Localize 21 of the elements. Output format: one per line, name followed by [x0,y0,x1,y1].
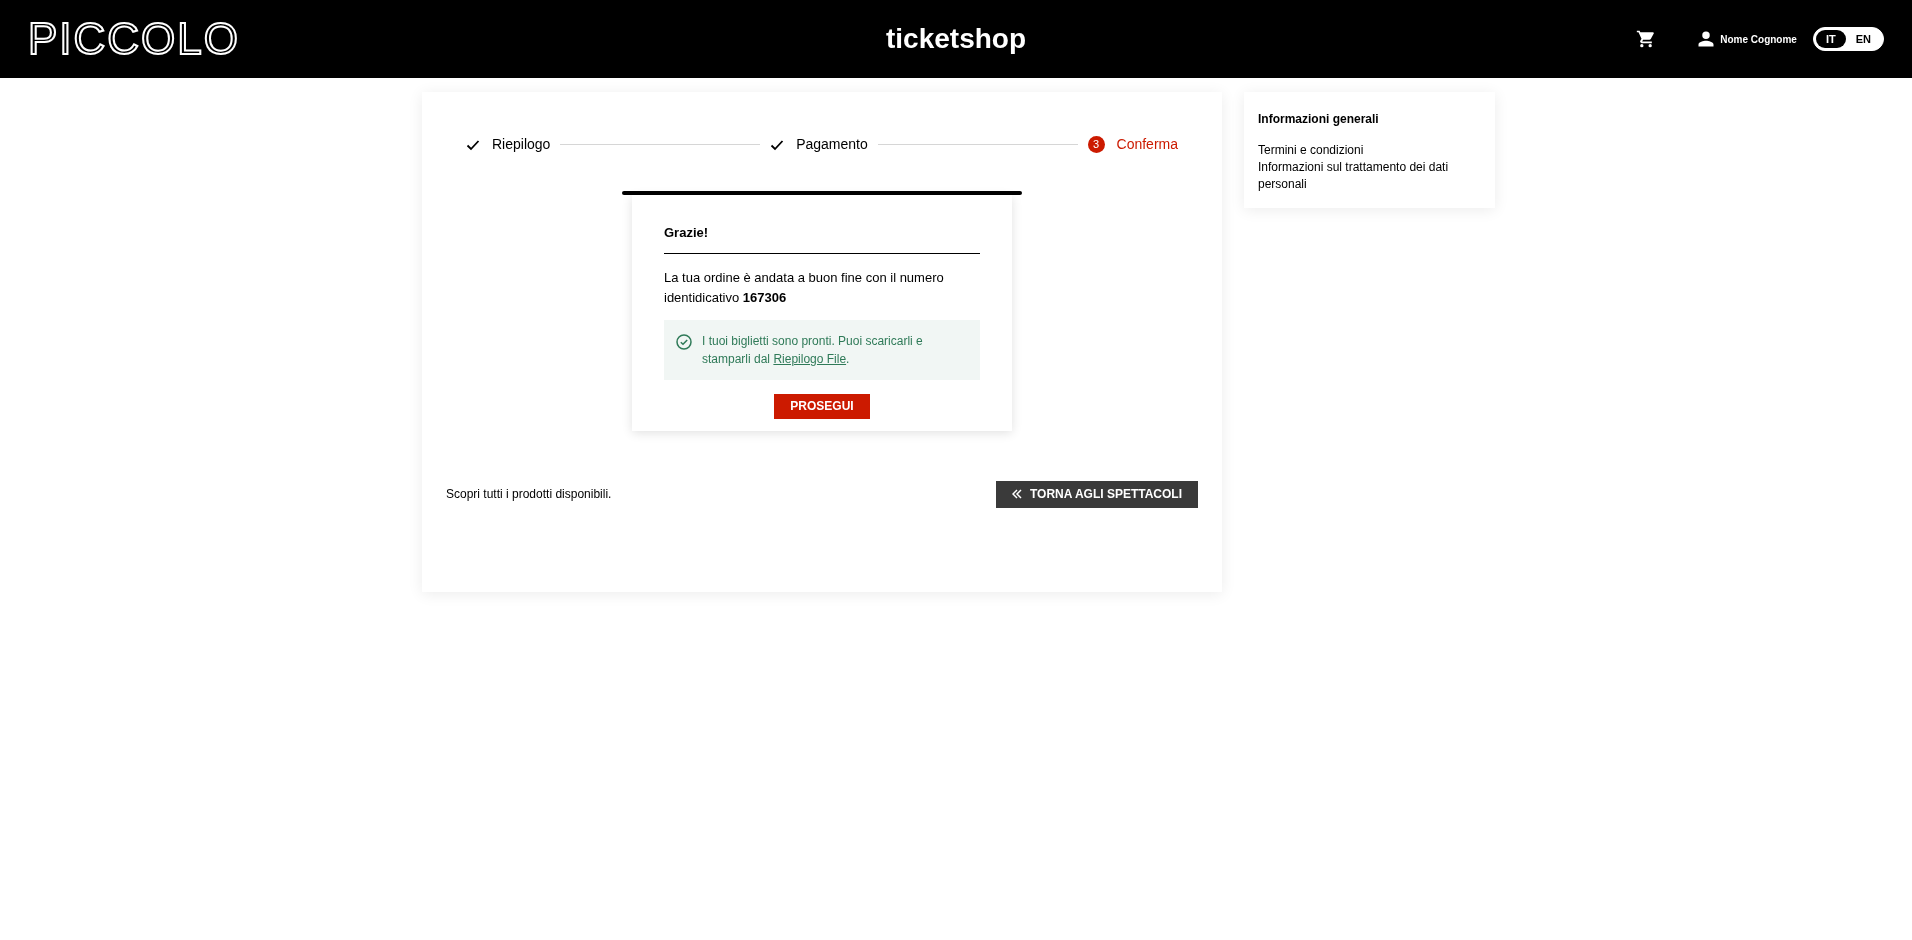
cart-icon[interactable] [1636,29,1657,49]
info-title: Informazioni generali [1258,111,1380,128]
products-text: Scopri tutti i prodotti disponibili. [446,486,612,503]
info-link[interactable]: Termini e condizioni [1258,142,1481,159]
notice-text: I tuoi biglietti sono pronti. Puoi scaricarli e stamparli dal Riepilogo File. [702,332,924,368]
user-icon[interactable] [1696,29,1717,49]
order-message: La tua ordine è andata a buon fine con il numero identidicativo 167306 [664,268,945,307]
step-label: Riepilogo [492,135,551,154]
info-link[interactable]: Informazioni sul trattamento dei dati personali [1258,159,1481,193]
double-chevron-left-icon [1012,489,1022,499]
check-circle-icon [676,333,692,350]
user-name[interactable]: Nome Cognome [1720,31,1797,47]
back-to-shows-button[interactable]: TORNA AGLI SPETTACOLI [996,480,1198,508]
step-label: Conferma [1116,135,1178,154]
language-option[interactable]: IT [1815,30,1846,48]
logo[interactable]: PICCOLO [28,6,241,72]
card-title: Grazie! [664,223,980,254]
step-label: Pagamento [796,135,868,154]
step-number: 3 [1087,136,1105,153]
site-title: ticketshop [886,22,1026,56]
continue-button[interactable]: PROSEGUI [774,393,870,419]
